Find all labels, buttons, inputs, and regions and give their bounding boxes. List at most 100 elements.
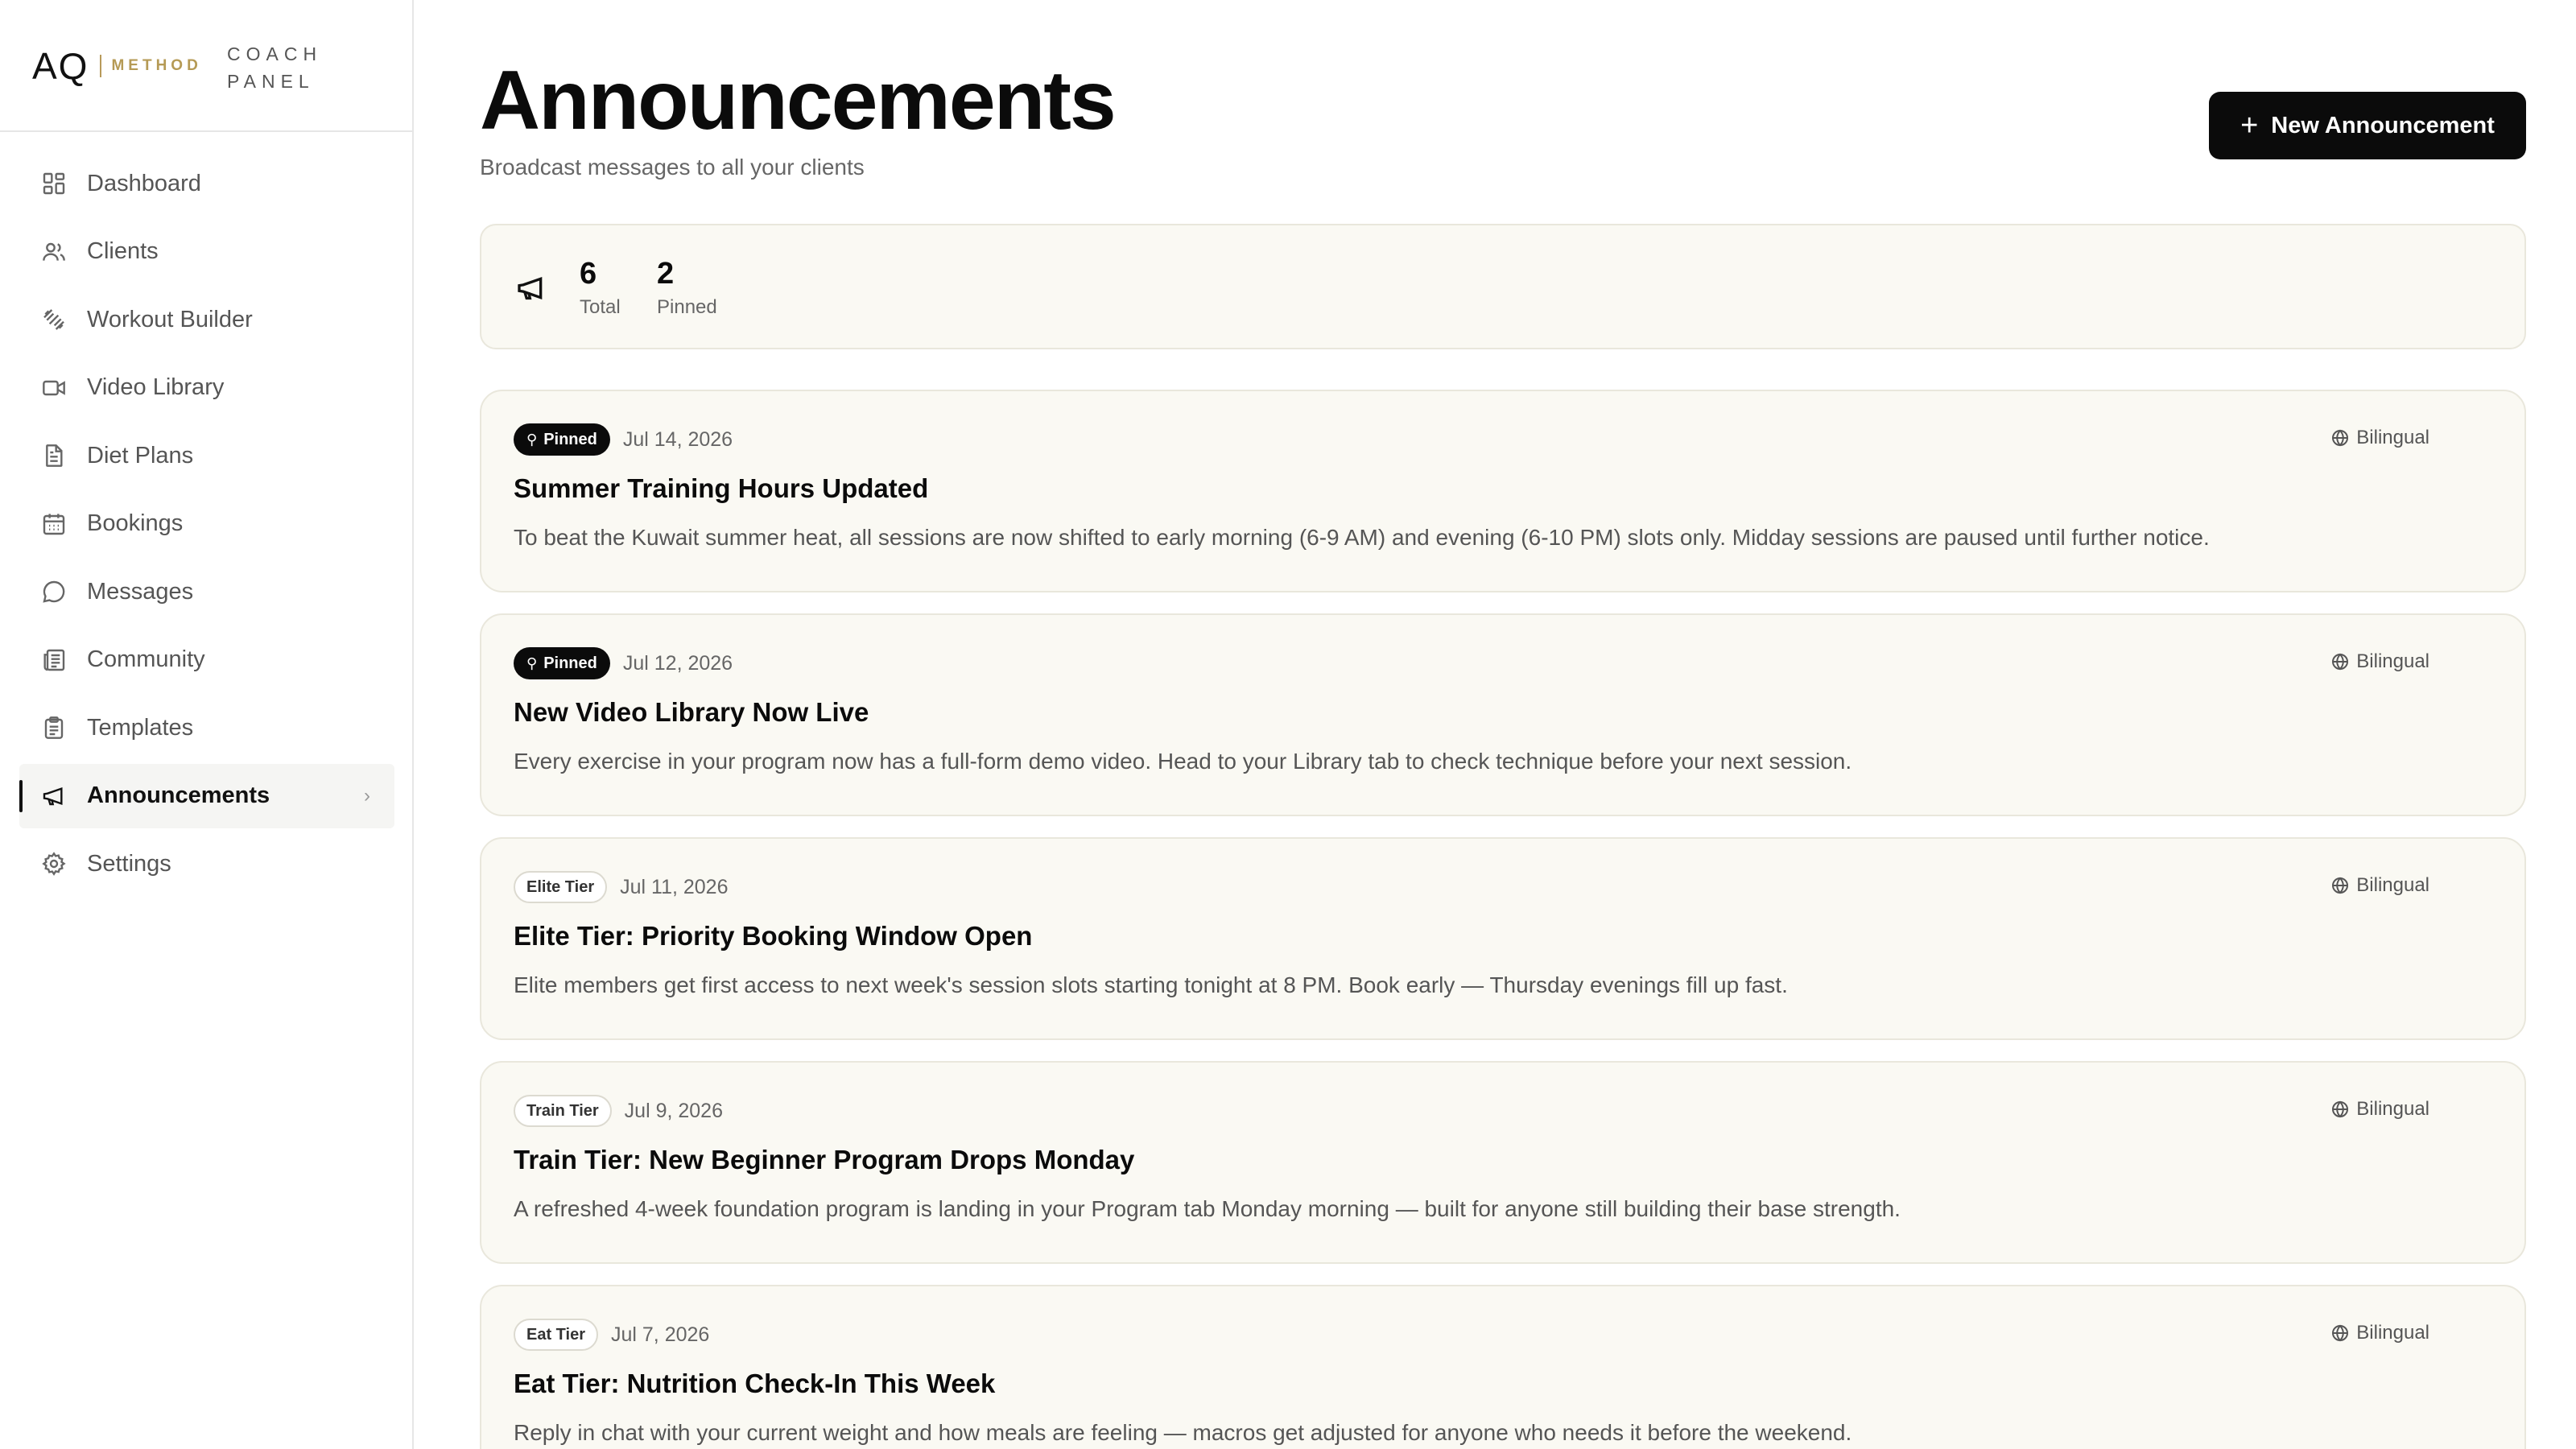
globe-icon [2330, 876, 2350, 895]
users-icon [40, 238, 68, 266]
card-meta: ⚲ Pinned Jul 12, 2026 [514, 647, 733, 679]
sidebar-nav: Dashboard Clients Workout Builder Video … [19, 151, 394, 900]
announcement-card[interactable]: ⚲ Pinned Jul 14, 2026 Bilingual Summer T… [480, 390, 2526, 592]
sidebar-item-label: Clients [87, 238, 159, 264]
sidebar-item-dashboard[interactable]: Dashboard [19, 151, 394, 216]
language-tag: Bilingual [2330, 427, 2429, 449]
announcement-card[interactable]: Eat Tier Jul 7, 2026 Bilingual Eat Tier:… [480, 1285, 2526, 1449]
coach-panel-line1: COACH [227, 43, 323, 64]
sidebar-item-messages[interactable]: Messages [19, 559, 394, 624]
sidebar-item-label: Announcements [87, 782, 270, 808]
sidebar-item-workout-builder[interactable]: Workout Builder [19, 287, 394, 352]
stat-pinned-label: Pinned [657, 295, 717, 318]
megaphone-icon [40, 782, 68, 810]
announcement-title: Train Tier: New Beginner Program Drops M… [514, 1145, 1135, 1174]
announcement-body: A refreshed 4-week foundation program is… [514, 1196, 1901, 1221]
language-tag: Bilingual [2330, 874, 2429, 897]
globe-icon [2330, 1100, 2350, 1119]
sidebar-item-diet-plans[interactable]: Diet Plans [19, 423, 394, 488]
announcement-body: Every exercise in your program now has a… [514, 749, 1852, 774]
chevron-right-icon: › [364, 784, 370, 807]
brand-header: AQ METHOD COACH PANEL [0, 0, 412, 132]
sidebar-item-label: Diet Plans [87, 442, 194, 469]
sidebar-item-label: Templates [87, 714, 194, 741]
badge-label: Pinned [543, 430, 597, 448]
page-title: Announcements [480, 54, 1117, 147]
sidebar-item-label: Dashboard [87, 170, 201, 196]
globe-icon [2330, 652, 2350, 671]
new-announcement-label: New Announcement [2271, 112, 2495, 138]
stat-pinned-value: 2 [657, 257, 675, 291]
announcement-card[interactable]: ⚲ Pinned Jul 12, 2026 Bilingual New Vide… [480, 613, 2526, 816]
brand-method-text: METHOD [111, 57, 202, 74]
sidebar-item-video-library[interactable]: Video Library [19, 356, 394, 420]
card-meta: ⚲ Pinned Jul 14, 2026 [514, 423, 733, 456]
sidebar-item-label: Video Library [87, 374, 225, 400]
tier-badge: Elite Tier [514, 871, 608, 903]
announcement-title: Eat Tier: Nutrition Check-In This Week [514, 1368, 996, 1398]
globe-icon [2330, 1323, 2350, 1343]
sidebar-item-label: Workout Builder [87, 306, 253, 332]
announcement-list: ⚲ Pinned Jul 14, 2026 Bilingual Summer T… [480, 390, 2526, 1449]
language-label: Bilingual [2356, 874, 2429, 896]
calendar-icon [40, 510, 68, 538]
language-tag: Bilingual [2330, 650, 2429, 673]
dumbbell-icon [40, 306, 68, 333]
language-label: Bilingual [2356, 650, 2429, 672]
card-meta: Train Tier Jul 9, 2026 [514, 1095, 723, 1127]
pin-icon: ⚲ [526, 431, 538, 448]
announcement-card[interactable]: Elite Tier Jul 11, 2026 Bilingual Elite … [480, 837, 2526, 1040]
sidebar-item-settings[interactable]: Settings [19, 832, 394, 896]
language-label: Bilingual [2356, 1098, 2429, 1120]
megaphone-icon [515, 272, 547, 304]
newspaper-icon [40, 646, 68, 674]
stat-pinned: 2 Pinned [657, 257, 717, 319]
language-label: Bilingual [2356, 1322, 2429, 1344]
announcement-date: Jul 12, 2026 [622, 651, 733, 675]
coach-panel-label: COACH PANEL [227, 40, 322, 95]
sidebar-item-label: Bookings [87, 510, 184, 536]
announcement-title: New Video Library Now Live [514, 697, 869, 727]
coach-panel-line2: PANEL [227, 71, 315, 92]
video-icon [40, 374, 68, 402]
stats-panel: 6 Total 2 Pinned [480, 224, 2526, 349]
announcement-date: Jul 11, 2026 [620, 875, 729, 898]
announcement-card[interactable]: Train Tier Jul 9, 2026 Bilingual Train T… [480, 1061, 2526, 1264]
announcement-title: Elite Tier: Priority Booking Window Open [514, 921, 1033, 951]
sidebar-item-templates[interactable]: Templates [19, 696, 394, 760]
page-subtitle: Broadcast messages to all your clients [480, 155, 865, 180]
card-meta: Eat Tier Jul 7, 2026 [514, 1319, 709, 1351]
announcement-body: To beat the Kuwait summer heat, all sess… [514, 525, 2210, 550]
sidebar: AQ METHOD COACH PANEL Dashboard Clients … [0, 0, 414, 1449]
announcement-body: Reply in chat with your current weight a… [514, 1420, 1852, 1445]
announcement-date: Jul 14, 2026 [622, 427, 733, 451]
sidebar-item-announcements[interactable]: Announcements › [19, 763, 394, 828]
clipboard-icon [40, 714, 68, 741]
sidebar-item-bookings[interactable]: Bookings [19, 492, 394, 556]
sidebar-item-community[interactable]: Community [19, 628, 394, 692]
sidebar-item-label: Community [87, 646, 205, 672]
announcement-date: Jul 9, 2026 [624, 1099, 723, 1122]
stat-total: 6 Total [580, 257, 621, 319]
brand-divider [100, 55, 102, 77]
card-meta: Elite Tier Jul 11, 2026 [514, 871, 729, 903]
brand-logo[interactable]: AQ METHOD [32, 45, 202, 87]
pinned-badge: ⚲ Pinned [514, 647, 610, 679]
brand-logo-text: AQ [32, 45, 89, 87]
globe-icon [2330, 428, 2350, 448]
tier-badge: Eat Tier [514, 1319, 598, 1351]
plus-icon: + [2240, 109, 2259, 142]
sidebar-item-clients[interactable]: Clients [19, 220, 394, 284]
stat-total-label: Total [580, 295, 621, 318]
announcement-body: Elite members get first access to next w… [514, 972, 1788, 997]
sidebar-item-label: Messages [87, 578, 194, 605]
document-icon [40, 442, 68, 469]
language-tag: Bilingual [2330, 1098, 2429, 1121]
stat-total-value: 6 [580, 257, 597, 291]
sidebar-item-label: Settings [87, 850, 171, 877]
grid-icon [40, 170, 68, 197]
tier-badge: Train Tier [514, 1095, 612, 1127]
language-label: Bilingual [2356, 427, 2429, 448]
new-announcement-button[interactable]: + New Announcement [2209, 92, 2526, 159]
announcement-date: Jul 7, 2026 [611, 1323, 710, 1346]
